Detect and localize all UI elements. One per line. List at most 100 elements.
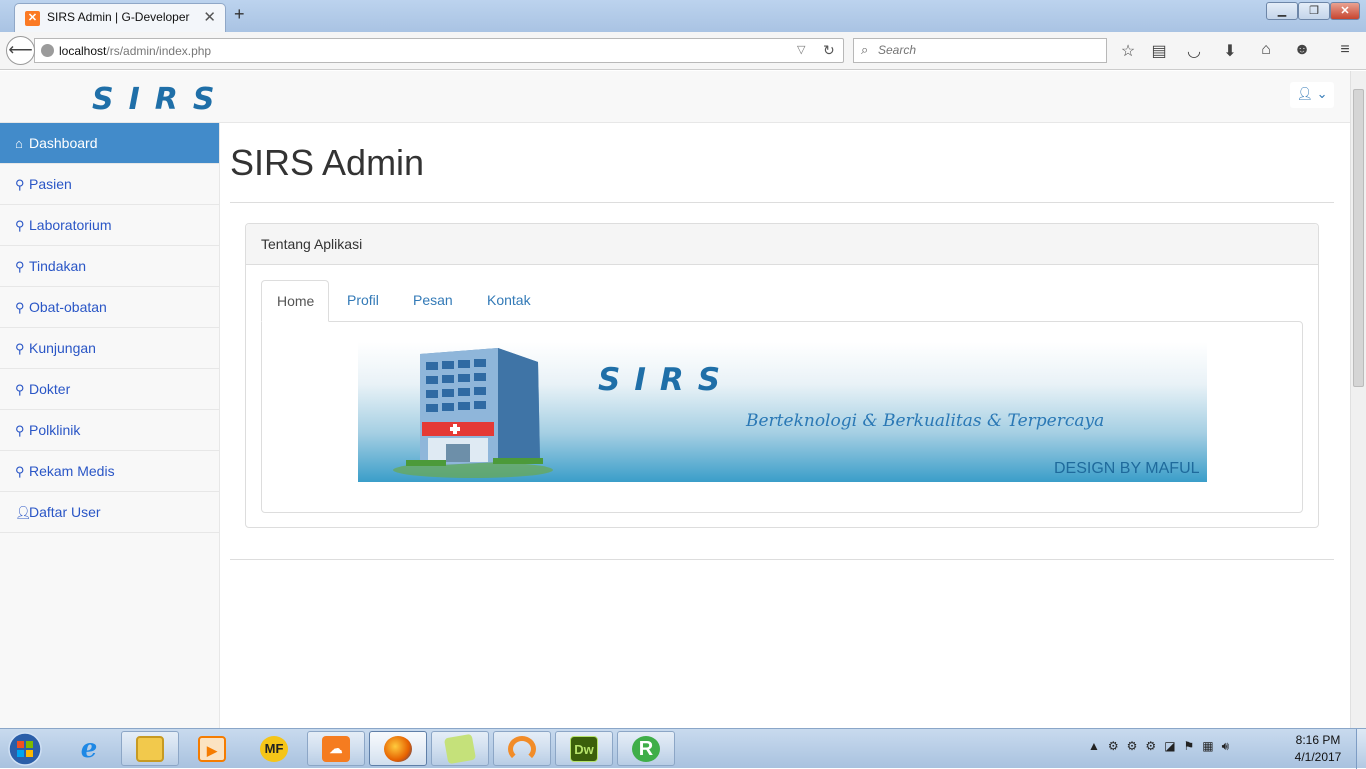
tab-home[interactable]: Home <box>261 280 329 322</box>
sidebar-item-polklinik[interactable]: ⚲ Polklinik <box>0 410 219 451</box>
sidebar-item-obat-obatan[interactable]: ⚲ Obat-obatan <box>0 287 219 328</box>
tab-bar: Home Profil Pesan Kontak <box>261 280 1303 322</box>
taskbar-file-explorer[interactable] <box>121 731 179 766</box>
divider <box>230 559 1334 560</box>
url-text[interactable]: localhost/rs/admin/index.php <box>59 44 211 58</box>
tray-app-icon[interactable]: ⚙ <box>1145 739 1164 753</box>
paperclip-icon: ⚲ <box>15 423 25 438</box>
search-icon: ⌕ <box>861 42 869 57</box>
bookmark-star-icon[interactable]: ☆ <box>1118 41 1138 61</box>
url-host: localhost <box>59 44 107 58</box>
browser-titlebar: ✕ SIRS Admin | G-Developer ✕ + ▁ ❐ ✕ <box>0 0 1366 32</box>
url-path: /rs/admin/index.php <box>106 44 212 58</box>
paperclip-icon: ⚲ <box>15 300 25 315</box>
about-panel: Tentang Aplikasi Home Profil Pesan Konta… <box>245 223 1319 528</box>
tray-app-icon[interactable]: ◪ <box>1164 739 1183 753</box>
firefox-icon <box>384 736 412 762</box>
paperclip-icon: ⚲ <box>15 464 25 479</box>
paperclip-icon: ⚲ <box>15 218 25 233</box>
page-scrollbar[interactable] <box>1350 71 1366 728</box>
volume-icon[interactable]: 🔊︎ <box>1222 739 1238 753</box>
taskbar-firefox[interactable] <box>369 731 427 766</box>
tab-kontak[interactable]: Kontak <box>472 280 546 322</box>
close-tab-icon[interactable]: ✕ <box>203 8 216 26</box>
history-dropdown-icon[interactable]: ▽ <box>797 43 805 56</box>
home-icon[interactable]: ⌂ <box>1256 41 1276 59</box>
divider <box>230 202 1334 203</box>
chat-icon[interactable]: ☻ <box>1292 41 1312 59</box>
system-tray: ▲⚙⚙⚙◪⚑▦🔊︎ <box>1088 739 1237 754</box>
brand-logo[interactable]: SIRS <box>92 85 224 113</box>
action-center-flag-icon[interactable]: ⚑ <box>1184 739 1203 753</box>
taskbar-uc-browser[interactable]: ☁ <box>307 731 365 766</box>
paperclip-icon: ⚲ <box>15 259 25 274</box>
back-button[interactable]: ⟵ <box>6 36 35 65</box>
banner-image: SIRS Berteknologi & Berkualitas & Terper… <box>358 342 1207 482</box>
show-desktop-button[interactable] <box>1356 729 1366 769</box>
media-player-icon: ▶ <box>198 736 226 762</box>
reload-icon[interactable]: ↻ <box>823 42 835 59</box>
banner-logo: SIRS <box>598 362 734 396</box>
banner-credit: DESIGN BY MAFUL <box>1054 460 1200 477</box>
taskbar-sync-app[interactable] <box>493 731 551 766</box>
sidebar-item-dokter[interactable]: ⚲ Dokter <box>0 369 219 410</box>
url-bar[interactable]: localhost/rs/admin/index.php ▽ ↻ <box>34 38 844 63</box>
search-box[interactable]: ⌕ <box>853 38 1107 63</box>
tab-profil[interactable]: Profil <box>332 280 394 322</box>
taskbar-media-player[interactable]: ▶ <box>183 731 241 766</box>
sidebar-item-laboratorium[interactable]: ⚲ Laboratorium <box>0 205 219 246</box>
taskbar-r-app[interactable]: R <box>617 731 675 766</box>
taskbar-internet-explorer[interactable]: e <box>60 731 118 766</box>
close-window-button[interactable]: ✕ <box>1330 2 1360 20</box>
menu-icon[interactable]: ≡ <box>1335 41 1355 59</box>
clock-date[interactable]: 4/1/2017 <box>1290 750 1346 764</box>
browser-tab[interactable]: ✕ SIRS Admin | G-Developer ✕ <box>14 3 226 32</box>
xampp-favicon-icon: ✕ <box>25 11 40 26</box>
sidebar-item-kunjungan[interactable]: ⚲ Kunjungan <box>0 328 219 369</box>
tray-expand-icon[interactable]: ▲ <box>1088 739 1108 753</box>
tab-pesan[interactable]: Pesan <box>398 280 468 322</box>
sidebar-item-tindakan[interactable]: ⚲ Tindakan <box>0 246 219 287</box>
tab-title: SIRS Admin | G-Developer <box>47 10 190 24</box>
windows-taskbar: e ▶ MF ☁ Dw R ▲⚙⚙⚙◪⚑▦🔊︎ 8:16 PM 4/1/2017 <box>0 728 1366 769</box>
clock-time[interactable]: 8:16 PM <box>1290 733 1346 747</box>
sidebar-item-dashboard[interactable]: ⌂ Dashboard <box>0 123 219 164</box>
sidebar-item-rekam-medis[interactable]: ⚲ Rekam Medis <box>0 451 219 492</box>
banner-brand-text: SIRS <box>598 362 734 396</box>
search-input[interactable] <box>878 43 1098 57</box>
chevron-down-icon: ⌄ <box>1316 86 1328 101</box>
sidebar-item-pasien[interactable]: ⚲ Pasien <box>0 164 219 205</box>
sidebar-item-daftar-user[interactable]: 👤︎Daftar User <box>0 492 219 533</box>
network-icon[interactable]: ▦ <box>1202 739 1221 753</box>
tray-app-icon[interactable]: ⚙ <box>1127 739 1146 753</box>
maximize-button[interactable]: ❐ <box>1298 2 1330 20</box>
sidebar-item-label: Obat-obatan <box>29 299 107 315</box>
pocket-icon[interactable]: ◡ <box>1184 41 1204 61</box>
sync-app-icon <box>508 736 536 762</box>
browser-navbar: localhost/rs/admin/index.php ▽ ↻ ⟵ ⌕ ☆ ▤… <box>0 32 1366 70</box>
user-menu-dropdown[interactable]: 👤︎ ⌄ <box>1290 82 1334 108</box>
sidebar: ⌂ Dashboard ⚲ Pasien ⚲ Laboratorium ⚲ Tindak… <box>0 123 220 728</box>
download-icon[interactable]: ⬇ <box>1220 41 1240 61</box>
sidebar-item-label: Daftar User <box>29 504 101 520</box>
sidebar-item-label: Tindakan <box>29 258 87 274</box>
page-title: SIRS Admin <box>230 142 425 183</box>
paperclip-icon: ⚲ <box>15 341 25 356</box>
sidebar-item-label: Dokter <box>29 381 71 397</box>
new-tab-button[interactable]: + <box>234 4 245 25</box>
scrollbar-thumb[interactable] <box>1353 89 1364 387</box>
taskbar-dreamweaver[interactable]: Dw <box>555 731 613 766</box>
sticky-notes-icon <box>443 733 477 765</box>
start-button[interactable] <box>3 730 47 768</box>
sidebar-item-label: Polklinik <box>29 422 81 438</box>
brand-text: SIRS <box>92 85 224 113</box>
tray-app-icon[interactable]: ⚙ <box>1108 739 1127 753</box>
top-navigation: SIRS 👤︎ ⌄ <box>0 71 1350 123</box>
banner-tagline: Berteknologi & Berkualitas & Terpercaya <box>746 411 1105 431</box>
paperclip-icon: ⚲ <box>15 177 25 192</box>
taskbar-sticky-notes[interactable] <box>431 731 489 766</box>
reading-list-icon[interactable]: ▤ <box>1149 41 1169 61</box>
taskbar-mediafire[interactable]: MF <box>245 731 303 766</box>
minimize-button[interactable]: ▁ <box>1266 2 1298 20</box>
paperclip-icon: ⚲ <box>15 382 25 397</box>
